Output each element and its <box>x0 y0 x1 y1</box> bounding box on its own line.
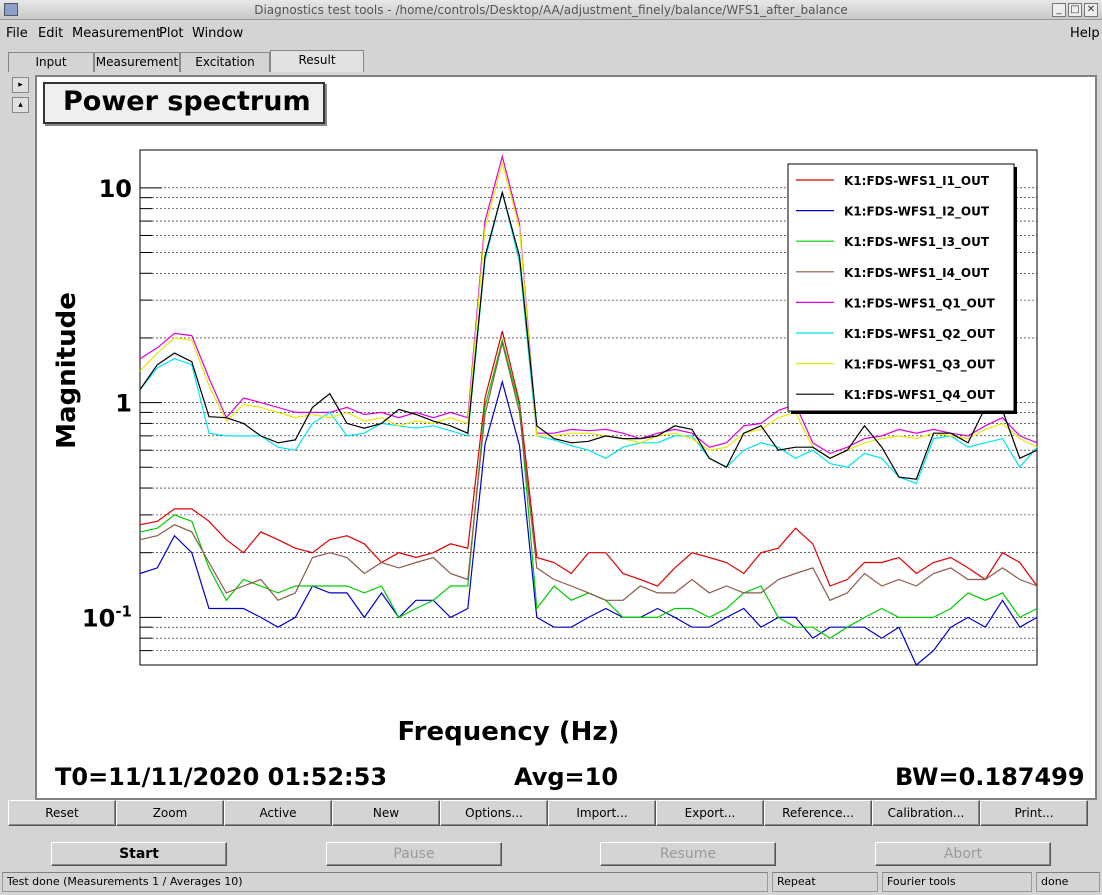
tab-excitation[interactable]: Excitation <box>180 52 270 72</box>
y-axis-label: Magnitude <box>52 292 82 449</box>
x-axis-label: Frequency (Hz) <box>398 717 620 747</box>
status-mode: Repeat <box>772 872 878 892</box>
maximize-button[interactable]: □ <box>1068 3 1082 17</box>
resume-button[interactable]: Resume <box>600 842 776 866</box>
reference-button[interactable]: Reference... <box>764 800 872 826</box>
pause-button[interactable]: Pause <box>326 842 502 866</box>
legend-entry: K1:FDS-WFS1_I2_OUT <box>844 205 990 220</box>
menu-edit[interactable]: Edit <box>38 26 63 41</box>
avg-readout: Avg=10 <box>514 763 619 791</box>
start-button[interactable]: Start <box>51 842 227 866</box>
right-arrow-icon[interactable]: ▸ <box>12 77 29 93</box>
legend-entry: K1:FDS-WFS1_Q2_OUT <box>844 327 996 342</box>
abort-button[interactable]: Abort <box>875 842 1051 866</box>
menu-plot[interactable]: Plot <box>159 26 184 41</box>
legend-entry: K1:FDS-WFS1_Q3_OUT <box>844 358 996 373</box>
legend-entry: K1:FDS-WFS1_Q1_OUT <box>844 296 996 311</box>
print-button[interactable]: Print... <box>980 800 1088 826</box>
plot-button-row: Reset Zoom Active New Options... Import.… <box>8 800 1090 826</box>
up-arrow-icon[interactable]: ▴ <box>12 97 29 113</box>
import-button[interactable]: Import... <box>548 800 656 826</box>
active-button[interactable]: Active <box>224 800 332 826</box>
legend-entry: K1:FDS-WFS1_I4_OUT <box>844 266 990 281</box>
zoom-button[interactable]: Zoom <box>116 800 224 826</box>
reset-button[interactable]: Reset <box>8 800 116 826</box>
menu-help[interactable]: Help <box>1070 26 1100 41</box>
tab-measurement[interactable]: Measurement <box>94 52 180 72</box>
status-state: done <box>1036 872 1100 892</box>
status-message: Test done (Measurements 1 / Averages 10) <box>2 872 768 892</box>
y-tick-label: 1 <box>115 390 132 418</box>
status-bar: Test done (Measurements 1 / Averages 10)… <box>0 872 1102 895</box>
legend-entry: K1:FDS-WFS1_Q4_OUT <box>844 388 996 403</box>
options-button[interactable]: Options... <box>440 800 548 826</box>
tab-result[interactable]: Result <box>270 50 364 72</box>
t0-readout: T0=11/11/2020 01:52:53 <box>55 763 388 791</box>
calibration-button[interactable]: Calibration... <box>872 800 980 826</box>
status-tool: Fourier tools <box>882 872 1032 892</box>
export-button[interactable]: Export... <box>656 800 764 826</box>
menu-file[interactable]: File <box>6 26 28 41</box>
tab-bar: Input Measurement Excitation Result <box>6 50 1096 72</box>
window-title: Diagnostics test tools - /home/controls/… <box>254 3 848 17</box>
legend-box <box>787 163 1015 412</box>
close-button[interactable]: ✕ <box>1084 3 1098 17</box>
menu-bar: File Edit Measurement Plot Window Help <box>0 22 1102 46</box>
menu-measurement[interactable]: Measurement <box>72 26 161 41</box>
minimize-button[interactable]: _ <box>1052 3 1066 17</box>
y-tick-label: 10 <box>99 175 132 203</box>
bw-readout: BW=0.187499 <box>895 763 1085 791</box>
window-titlebar: Diagnostics test tools - /home/controls/… <box>0 0 1102 20</box>
power-spectrum-chart[interactable]: 10 1 10-1 Frequency (Hz) Magnitude K1:FDS-WFS… <box>35 75 1097 800</box>
menu-window[interactable]: Window <box>192 26 243 41</box>
plot-title: Power spectrum <box>43 82 325 124</box>
y-tick-label: 10-1 <box>82 602 132 632</box>
legend-entry: K1:FDS-WFS1_I1_OUT <box>844 174 990 189</box>
tab-input[interactable]: Input <box>8 52 94 72</box>
new-button[interactable]: New <box>332 800 440 826</box>
legend-entry: K1:FDS-WFS1_I3_OUT <box>844 235 990 250</box>
